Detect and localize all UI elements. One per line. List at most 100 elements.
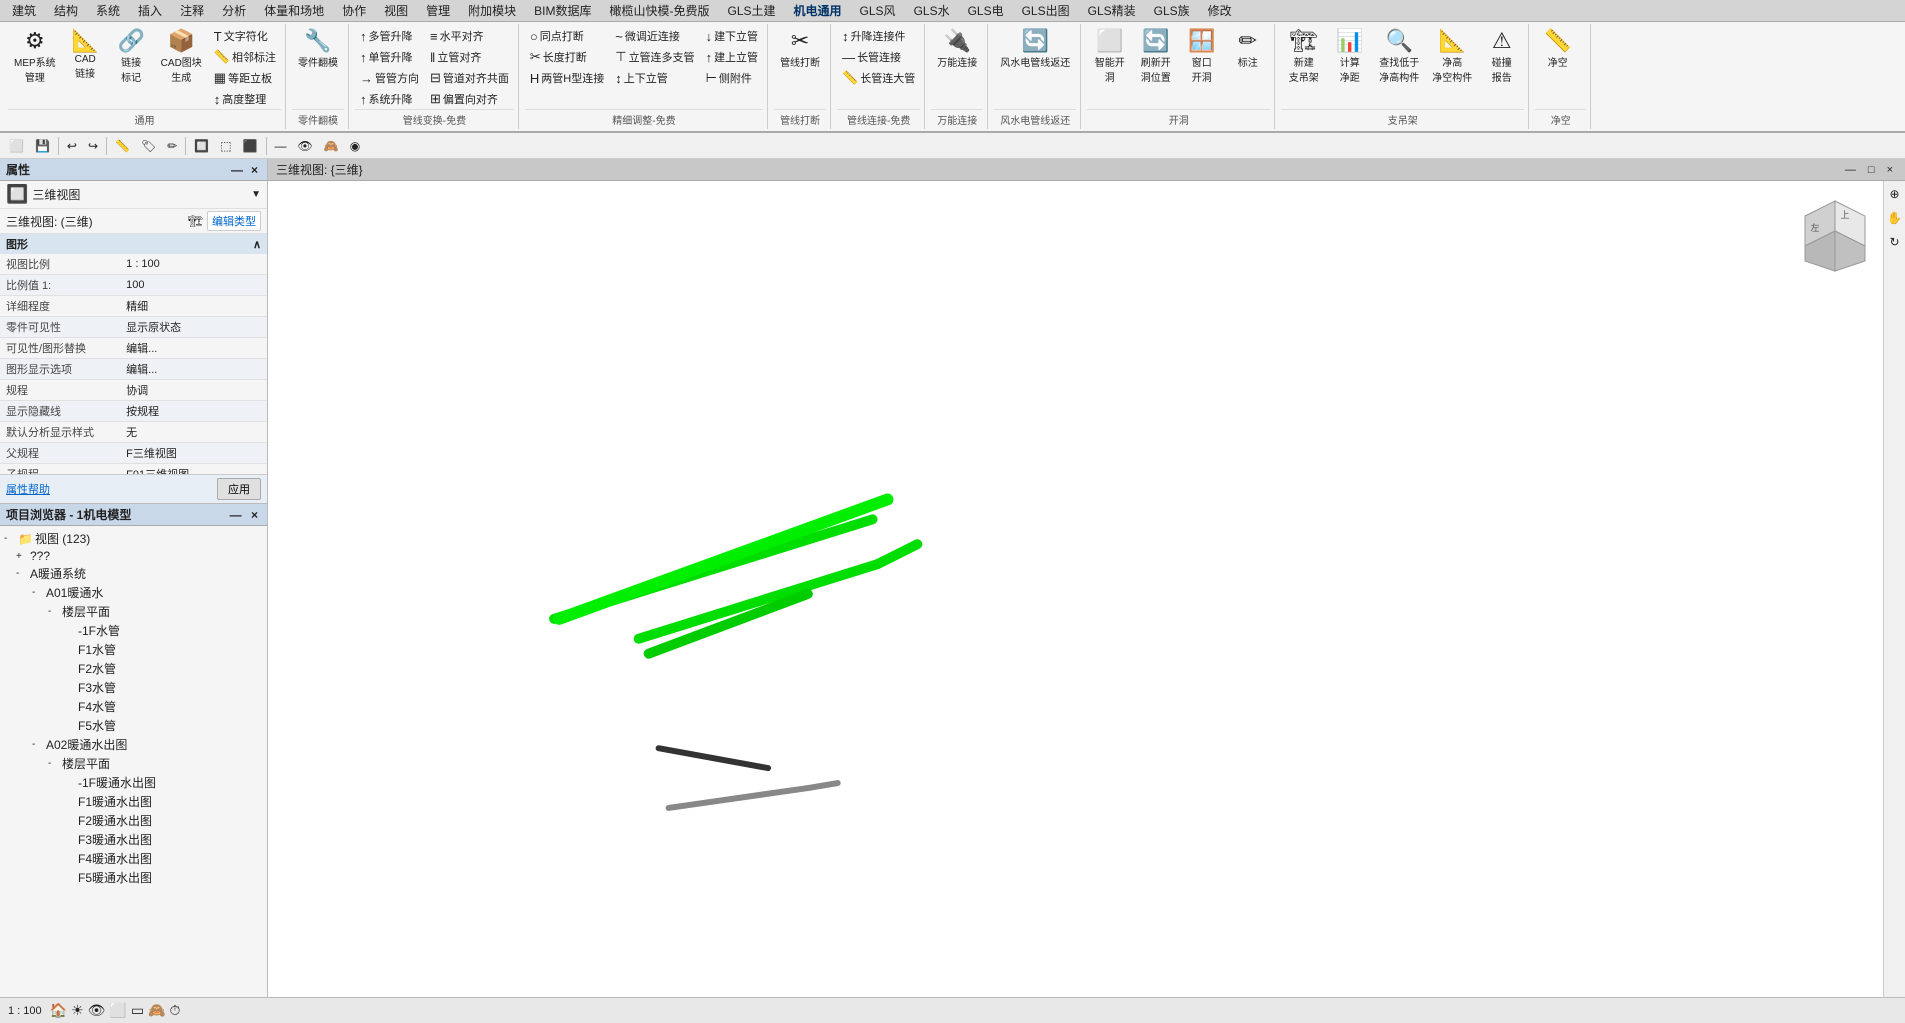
- tree-row-f1-water[interactable]: F1水管: [0, 640, 267, 659]
- toolbar-btn-isolate[interactable]: ◉: [345, 136, 365, 156]
- menu-item-GLS电[interactable]: GLS电: [960, 0, 1012, 21]
- menu-item-GLS族[interactable]: GLS族: [1146, 0, 1198, 21]
- menu-item-建筑[interactable]: 建筑: [4, 0, 44, 21]
- menu-item-注释[interactable]: 注释: [172, 0, 212, 21]
- menu-item-GLS水[interactable]: GLS水: [906, 0, 958, 21]
- ribbon-btn-equal-board[interactable]: ▦ 等距立板: [209, 68, 281, 88]
- ribbon-btn-offset-align[interactable]: ⊞ 偏置向对齐: [425, 89, 514, 109]
- ribbon-btn-pipe-cut-main[interactable]: ✂ 管线打断: [774, 26, 826, 73]
- ribbon-btn-side-piece[interactable]: ⊢ 侧附件: [701, 68, 764, 88]
- tree-row-b1f-draw[interactable]: -1F暖通水出图: [0, 773, 267, 792]
- tree-row-f2-draw[interactable]: F2暖通水出图: [0, 811, 267, 830]
- properties-minimize-button[interactable]: —: [228, 163, 246, 177]
- viewport-maximize-button[interactable]: □: [1864, 164, 1879, 176]
- tree-row-f3-draw[interactable]: F3暖通水出图: [0, 830, 267, 849]
- menu-item-管理[interactable]: 管理: [418, 0, 458, 21]
- menu-item-结构[interactable]: 结构: [46, 0, 86, 21]
- status-icon-hide[interactable]: 🙈: [148, 1002, 165, 1019]
- ribbon-btn-long-cut[interactable]: ✂ 长度打断: [525, 47, 609, 67]
- tree-row-f4-draw[interactable]: F4暖通水出图: [0, 849, 267, 868]
- menu-item-橄榄山[interactable]: 橄榄山快模-免费版: [602, 0, 718, 21]
- menu-item-分析[interactable]: 分析: [214, 0, 254, 21]
- menu-item-GLS土建[interactable]: GLS土建: [720, 0, 784, 21]
- ribbon-btn-vert-align[interactable]: ‖ 立管对齐: [425, 47, 514, 67]
- toolbar-btn-elevation[interactable]: ⬛: [238, 136, 263, 156]
- tree-row-views[interactable]: - 📁 视图 (123): [0, 529, 267, 548]
- ribbon-btn-smart-open[interactable]: ⬜ 智能开洞: [1087, 26, 1132, 88]
- ribbon-btn-assoc[interactable]: 📏 相邻标注: [209, 47, 281, 67]
- toolbar-btn-undo[interactable]: ↩: [62, 136, 82, 156]
- status-icon-eye[interactable]: 👁: [88, 1002, 106, 1019]
- ribbon-btn-mep[interactable]: ⚙ MEP系统管理: [8, 26, 62, 88]
- ribbon-btn-multi-pipe-up[interactable]: ↑ 多管升降: [355, 26, 424, 46]
- tree-row-hvac[interactable]: - A暖通系统: [0, 564, 267, 583]
- viewport-canvas[interactable]: 上 左 ⊕ ✋ ↻: [268, 181, 1905, 997]
- ribbon-btn-up-pipe[interactable]: ↑ 建上立管: [701, 47, 764, 67]
- ribbon-btn-mid-align[interactable]: ⊟ 管道对齐共面: [425, 68, 514, 88]
- status-icon-sun[interactable]: ☀: [71, 1002, 84, 1019]
- ribbon-btn-cad-block[interactable]: 📦 CAD图块生成: [155, 26, 208, 88]
- status-icon-crop[interactable]: ⬜: [109, 1002, 126, 1019]
- menu-item-GLS风[interactable]: GLS风: [852, 0, 904, 21]
- menu-item-体量和场地[interactable]: 体量和场地: [256, 0, 332, 21]
- ribbon-btn-system-up[interactable]: ↑ 系统升降: [355, 89, 424, 109]
- ribbon-btn-up-down[interactable]: ↕ 上下立管: [610, 68, 699, 88]
- status-icon-thin-line[interactable]: ▭: [131, 1002, 144, 1019]
- mini-tb-orbit-icon[interactable]: ↻: [1887, 233, 1901, 251]
- ribbon-btn-multi-cross[interactable]: H 两管H型连接: [525, 68, 609, 88]
- ribbon-btn-link[interactable]: 🔗 链接标记: [109, 26, 154, 88]
- tree-row-f3-water[interactable]: F3水管: [0, 678, 267, 697]
- tree-row-f2-water[interactable]: F2水管: [0, 659, 267, 678]
- ribbon-btn-refresh-pos[interactable]: 🔄 刷新开洞位置: [1133, 26, 1178, 88]
- ribbon-btn-upgrade-connect[interactable]: ↕ 升降连接件: [837, 26, 920, 46]
- viewport-minimize-button[interactable]: —: [1841, 164, 1860, 176]
- ribbon-btn-new-support[interactable]: 🏗 新建支吊架: [1281, 26, 1326, 88]
- toolbar-btn-save[interactable]: 💾: [30, 136, 55, 156]
- menu-item-修改[interactable]: 修改: [1200, 0, 1240, 21]
- cube-navigator[interactable]: 上 左: [1795, 196, 1875, 276]
- toolbar-btn-display[interactable]: 👁: [293, 136, 318, 156]
- ribbon-btn-wanleng[interactable]: 🔌 万能连接: [931, 26, 983, 73]
- browser-minimize-button[interactable]: —: [227, 508, 245, 522]
- menu-item-GLS出图[interactable]: GLS出图: [1014, 0, 1078, 21]
- properties-section-header[interactable]: 图形 ∧: [0, 234, 267, 254]
- ribbon-btn-down-pipe[interactable]: ↓ 建下立管: [701, 26, 764, 46]
- toolbar-btn-temp-hide[interactable]: 🙈: [319, 136, 344, 156]
- ribbon-btn-multi-connect[interactable]: ⊤ 立管连多支管: [610, 47, 699, 67]
- ribbon-btn-window-open[interactable]: 🪟 窗口开洞: [1179, 26, 1224, 88]
- mini-tb-zoom-icon[interactable]: ⊕: [1887, 185, 1901, 203]
- properties-close-button[interactable]: ×: [248, 163, 261, 177]
- tree-row-f5-water[interactable]: F5水管: [0, 716, 267, 735]
- toolbar-btn-new[interactable]: ⬜: [4, 136, 29, 156]
- ribbon-btn-pipe-dir[interactable]: → 管管方向: [355, 68, 424, 88]
- ribbon-btn-long-pipe-connect[interactable]: — 长管连接: [837, 47, 920, 67]
- tree-row-f4-water[interactable]: F4水管: [0, 697, 267, 716]
- status-icon-temp[interactable]: ⏱: [170, 1002, 181, 1019]
- ribbon-btn-parts-model[interactable]: 🔧 零件翻模: [292, 26, 344, 73]
- viewport[interactable]: 三维视图: {三维} — □ × 上: [268, 159, 1905, 997]
- tree-row-unknown[interactable]: + ???: [0, 548, 267, 564]
- toolbar-btn-3d[interactable]: 🔲: [189, 136, 214, 156]
- ribbon-btn-text-symbol[interactable]: T 文字符化: [209, 26, 281, 46]
- browser-close-button[interactable]: ×: [248, 508, 261, 522]
- tree-row-f1-draw[interactable]: F1暖通水出图: [0, 792, 267, 811]
- menu-item-视图[interactable]: 视图: [376, 0, 416, 21]
- ribbon-btn-cad[interactable]: 📐 CAD链接: [63, 26, 108, 84]
- toolbar-btn-annotate[interactable]: ✏: [162, 136, 182, 156]
- properties-help-link[interactable]: 属性帮助: [6, 481, 50, 497]
- ribbon-btn-large-pipe[interactable]: 📏 长管连大管: [837, 68, 920, 88]
- ribbon-btn-collision[interactable]: ⚠ 碰撞报告: [1479, 26, 1524, 88]
- toolbar-btn-redo[interactable]: ↪: [83, 136, 103, 156]
- ribbon-btn-horiz-align[interactable]: ≡ 水平对齐: [425, 26, 514, 46]
- menu-item-系统[interactable]: 系统: [88, 0, 128, 21]
- ribbon-btn-net-height[interactable]: 📐 净高净空构件: [1426, 26, 1478, 88]
- toolbar-btn-section[interactable]: ⬚: [215, 136, 236, 156]
- ribbon-btn-calc-support[interactable]: 📊 计算净距: [1327, 26, 1372, 88]
- ribbon-btn-clearance[interactable]: 📏 净空: [1535, 26, 1580, 73]
- menu-item-机电通用[interactable]: 机电通用: [786, 0, 850, 21]
- menu-item-协作[interactable]: 协作: [334, 0, 374, 21]
- tree-row-hvac-water[interactable]: - A01暖通水: [0, 583, 267, 602]
- toolbar-btn-measure[interactable]: 📏: [110, 136, 135, 156]
- tree-row-b1f-water[interactable]: -1F水管: [0, 621, 267, 640]
- menu-item-插入[interactable]: 插入: [130, 0, 170, 21]
